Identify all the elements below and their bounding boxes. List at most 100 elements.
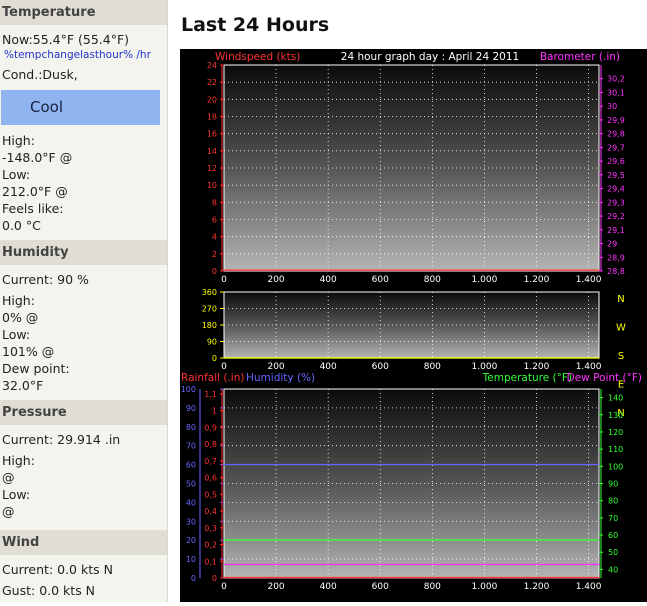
windspeed-tick-label: 24 (207, 61, 217, 70)
barometer-tick-label: 28,9 (607, 253, 625, 262)
temperature-axis-label: Temperature (°F) (482, 372, 572, 384)
humidity-high-value: 0% @ (2, 310, 39, 325)
humidity-tick-label: 90 (186, 404, 196, 413)
windspeed-tick-label: 18 (207, 113, 217, 122)
condition-text: Cond.:Dusk, (2, 67, 78, 82)
windspeed-tick-label: 12 (207, 164, 217, 173)
humidity-tick-label: 0 (191, 574, 196, 583)
pressure-high-value: @ (2, 470, 15, 485)
x-tick-label: 200 (267, 362, 284, 372)
temperature-tick-label: 70 (608, 514, 618, 523)
barometer-tick-label: 29 (607, 240, 617, 249)
humidity-tick-label: 50 (186, 480, 196, 489)
x-tick-label: 0 (221, 362, 227, 372)
pressure-header: Pressure (0, 400, 167, 425)
x-tick-label: 800 (424, 362, 441, 372)
x-tick-label: 400 (320, 362, 337, 372)
x-tick-label: 1.000 (472, 582, 498, 592)
direction-degree-label: 270 (202, 305, 217, 314)
x-tick-label: 600 (372, 275, 389, 285)
rainfall-tick-label: 1 (212, 407, 217, 416)
temperature-high-value: -148.0°F @ (2, 150, 73, 165)
barometer-tick-label: 30,2 (607, 75, 625, 84)
x-tick-label: 1.400 (576, 362, 602, 372)
x-tick-label: 1.200 (524, 582, 550, 592)
barometer-tick-label: 29,5 (607, 171, 625, 180)
windspeed-tick-label: 22 (207, 78, 217, 87)
humidity-tick-label: 100 (181, 385, 196, 394)
direction-degree-label: 0 (212, 354, 217, 363)
humidity-high-label: High: (2, 293, 35, 308)
weather-graph: 24 hour graph day : April 24 2011 Windsp… (180, 49, 647, 602)
barometer-tick-label: 29,6 (607, 157, 625, 166)
direction-degree-label: 180 (202, 321, 217, 330)
x-tick-label: 1.400 (576, 275, 602, 285)
windspeed-axis-label: Windspeed (kts) (215, 51, 300, 63)
rainfall-tick-label: 0,4 (204, 507, 217, 516)
page-title: Last 24 Hours (181, 14, 330, 36)
wind-header: Wind (0, 530, 167, 555)
humidity-low-label: Low: (2, 327, 31, 342)
barometer-tick-label: 30 (607, 102, 617, 111)
humidity-tick-label: 80 (186, 423, 196, 432)
compass-direction-label: W (616, 323, 626, 334)
chart-area: 24 hour graph day : April 24 2011 Windsp… (180, 49, 647, 606)
humidity-current: Current: 90 % (2, 272, 89, 287)
windspeed-tick-label: 4 (212, 233, 217, 242)
compass-direction-label: N (617, 294, 624, 305)
humidity-low-value: 101% @ (2, 344, 55, 359)
pressure-high-label: High: (2, 453, 35, 468)
windspeed-tick-label: 8 (212, 198, 217, 207)
rainfall-tick-label: 0,8 (204, 440, 217, 449)
temperature-tick-label: 90 (608, 480, 618, 489)
x-tick-label: 800 (424, 275, 441, 285)
barometer-tick-label: 30,1 (607, 88, 625, 97)
x-tick-label: 200 (267, 582, 284, 592)
barometer-tick-label: 29,1 (607, 226, 625, 235)
temperature-tick-label: 140 (608, 394, 623, 403)
wind-gust: Gust: 0.0 kts N (2, 583, 96, 598)
temperature-low-label: Low: (2, 167, 31, 182)
direction-degree-label: 90 (207, 338, 217, 347)
direction-degree-label: 360 (202, 288, 217, 297)
barometer-tick-label: 29,9 (607, 116, 625, 125)
cool-badge: Cool (1, 90, 160, 125)
windspeed-tick-label: 2 (212, 250, 217, 259)
temperature-tick-label: 120 (608, 428, 623, 437)
temperature-low-value: 212.0°F @ (2, 184, 68, 199)
barometer-axis-label: Barometer (.in) (540, 51, 620, 63)
rainfall-tick-label: 1,1 (204, 390, 217, 399)
humidity-tick-label: 20 (186, 536, 196, 545)
rainfall-tick-label: 0,6 (204, 474, 217, 483)
rainfall-tick-label: 0,5 (204, 490, 217, 499)
rainfall-tick-label: 0,2 (204, 541, 217, 550)
temperature-tick-label: 100 (608, 462, 623, 471)
windspeed-tick-label: 10 (207, 181, 217, 190)
temperature-now: Now:55.4°F (55.4°F) (2, 32, 130, 47)
windspeed-tick-label: 6 (212, 216, 217, 225)
humidity-tick-label: 40 (186, 498, 196, 507)
barometer-tick-label: 29,7 (607, 143, 625, 152)
temperature-high-label: High: (2, 133, 35, 148)
barometer-tick-label: 29,2 (607, 212, 625, 221)
temperature-change-link[interactable]: %tempchangelasthour% /hr (0, 48, 167, 62)
barometer-tick-label: 29,4 (607, 185, 625, 194)
humidity-tick-label: 70 (186, 442, 196, 451)
compass-direction-label: S (618, 351, 624, 362)
rainfall-axis-label: Rainfall (.in) (181, 372, 244, 384)
rainfall-tick-label: 0,1 (204, 557, 217, 566)
barometer-tick-label: 29,8 (607, 130, 625, 139)
windspeed-tick-label: 14 (207, 147, 217, 156)
barometer-tick-label: 28,8 (607, 267, 625, 276)
x-tick-label: 1.000 (472, 275, 498, 285)
humidity-tick-label: 10 (186, 555, 196, 564)
x-tick-label: 200 (267, 275, 284, 285)
rainfall-tick-label: 0,3 (204, 524, 217, 533)
x-tick-label: 400 (320, 582, 337, 592)
humidity-header: Humidity (0, 240, 167, 265)
humidity-tick-label: 30 (186, 517, 196, 526)
pressure-current: Current: 29.914 .in (2, 432, 121, 447)
temperature-tick-label: 130 (608, 411, 623, 420)
rainfall-tick-label: 0,7 (204, 457, 217, 466)
x-tick-label: 800 (424, 582, 441, 592)
